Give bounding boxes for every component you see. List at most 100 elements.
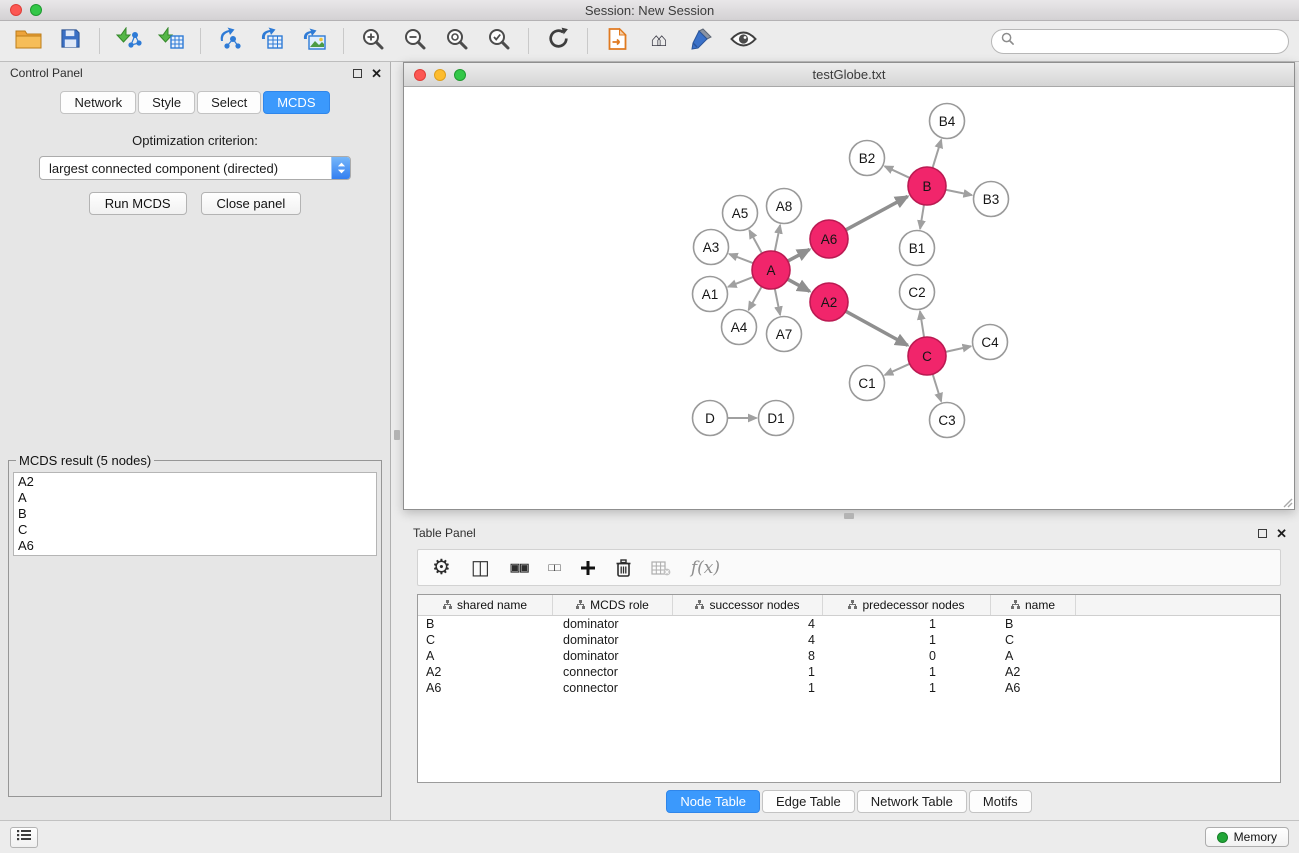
close-panel-icon[interactable]: ✕	[1276, 527, 1287, 540]
network-canvas[interactable]: B4B2BB3A5A8A6B1A3AC2A1A2A4A7C4CC1C3DD1	[404, 87, 1294, 509]
vertical-splitter[interactable]	[391, 62, 403, 820]
column-header[interactable]: shared name	[418, 595, 553, 615]
close-view-button[interactable]	[414, 69, 426, 81]
graph-node-B[interactable]: B	[908, 167, 946, 205]
graph-edge-C-C4[interactable]	[946, 346, 971, 352]
home-button[interactable]: ⌂⌂	[641, 25, 677, 57]
show-hide-button[interactable]	[725, 25, 761, 57]
table-cell[interactable]: A	[991, 649, 1076, 663]
graph-edge-B-B1[interactable]	[920, 205, 924, 229]
tab-style[interactable]: Style	[138, 91, 195, 114]
graph-edge-A-A8[interactable]	[775, 225, 780, 251]
zoom-fit-button[interactable]	[439, 25, 475, 57]
table-cell[interactable]: B	[418, 617, 553, 631]
graph-edge-A-A1[interactable]	[728, 277, 753, 287]
table-row[interactable]: Cdominator41C	[418, 632, 1280, 648]
new-table-button[interactable]	[254, 25, 290, 57]
run-mcds-button[interactable]: Run MCDS	[89, 192, 187, 215]
table-cell[interactable]: 1	[823, 633, 991, 647]
export-image-button[interactable]	[296, 25, 332, 57]
table-cell[interactable]: 4	[673, 633, 823, 647]
table-row[interactable]: A2connector11A2	[418, 664, 1280, 680]
minimize-view-button[interactable]	[434, 69, 446, 81]
tab-network[interactable]: Network	[60, 91, 136, 114]
graph-edge-A-A6[interactable]	[788, 249, 810, 261]
close-window-button[interactable]	[10, 4, 22, 16]
search-input[interactable]	[1019, 34, 1279, 49]
graph-node-C4[interactable]: C4	[973, 325, 1008, 360]
graph-node-A1[interactable]: A1	[693, 277, 728, 312]
tab-mcds[interactable]: MCDS	[263, 91, 329, 114]
tab-select[interactable]: Select	[197, 91, 261, 114]
splitter-handle[interactable]	[844, 513, 854, 519]
table-cell[interactable]: dominator	[553, 633, 673, 647]
column-header[interactable]: predecessor nodes	[823, 595, 991, 615]
table-cell[interactable]: 4	[673, 617, 823, 631]
table-cell[interactable]: A	[418, 649, 553, 663]
select-all-icon[interactable]: ▣▣	[510, 561, 529, 574]
graph-node-B4[interactable]: B4	[930, 104, 965, 139]
table-cell[interactable]: C	[418, 633, 553, 647]
deselect-all-icon[interactable]: □□	[549, 562, 560, 574]
graph-node-A8[interactable]: A8	[767, 189, 802, 224]
table-cell[interactable]: A2	[991, 665, 1076, 679]
new-network-button[interactable]	[212, 25, 248, 57]
table-cell[interactable]: B	[991, 617, 1076, 631]
graph-node-A[interactable]: A	[752, 251, 790, 289]
open-session-button[interactable]	[10, 25, 46, 57]
table-cell[interactable]: dominator	[553, 649, 673, 663]
graph-node-C3[interactable]: C3	[930, 403, 965, 438]
save-session-button[interactable]	[52, 25, 88, 57]
table-cell[interactable]: 1	[673, 681, 823, 695]
tab-network-table[interactable]: Network Table	[857, 790, 967, 813]
delete-table-icon[interactable]	[651, 560, 671, 576]
graph-node-D[interactable]: D	[693, 401, 728, 436]
graph-edge-C-C1[interactable]	[885, 364, 910, 375]
graph-edge-B-B4[interactable]	[933, 140, 942, 168]
dropdown-stepper-icon[interactable]	[331, 156, 350, 180]
graph-edge-A-A2[interactable]	[788, 279, 810, 291]
column-header[interactable]: MCDS role	[553, 595, 673, 615]
table-cell[interactable]: connector	[553, 665, 673, 679]
graph-edge-C-C2[interactable]	[920, 311, 924, 337]
table-cell[interactable]: connector	[553, 681, 673, 695]
graph-edge-B-B2[interactable]	[885, 166, 910, 178]
optimization-dropdown[interactable]: largest connected component (directed)	[39, 156, 351, 180]
zoom-in-button[interactable]	[355, 25, 391, 57]
graph-node-B2[interactable]: B2	[850, 141, 885, 176]
graph-node-A5[interactable]: A5	[723, 196, 758, 231]
graph-node-C2[interactable]: C2	[900, 275, 935, 310]
graph-edge-A-A7[interactable]	[775, 289, 780, 315]
splitter-handle[interactable]	[394, 430, 400, 440]
settings-gear-icon[interactable]: ⚙	[432, 555, 451, 580]
graph-node-D1[interactable]: D1	[759, 401, 794, 436]
graph-node-A7[interactable]: A7	[767, 317, 802, 352]
tab-edge-table[interactable]: Edge Table	[762, 790, 855, 813]
import-table-button[interactable]	[153, 25, 189, 57]
result-item[interactable]: A6	[18, 538, 372, 554]
table-cell[interactable]: 0	[823, 649, 991, 663]
graph-edge-A2-C[interactable]	[846, 311, 908, 345]
close-panel-icon[interactable]: ✕	[371, 67, 382, 80]
graph-node-A2[interactable]: A2	[810, 283, 848, 321]
memory-button[interactable]: Memory	[1205, 827, 1289, 847]
mcds-result-list[interactable]: A2ABCA6	[13, 472, 377, 556]
graph-node-A6[interactable]: A6	[810, 220, 848, 258]
tab-node-table[interactable]: Node Table	[666, 790, 760, 813]
table-row[interactable]: A6connector11A6	[418, 680, 1280, 696]
table-cell[interactable]: A6	[991, 681, 1076, 695]
table-cell[interactable]: C	[991, 633, 1076, 647]
table-cell[interactable]: dominator	[553, 617, 673, 631]
float-panel-icon[interactable]	[1258, 529, 1267, 538]
table-cell[interactable]: 1	[823, 665, 991, 679]
column-header[interactable]: successor nodes	[673, 595, 823, 615]
graph-edge-A-A3[interactable]	[729, 254, 753, 263]
columns-icon[interactable]: ◫	[471, 555, 490, 580]
network-file-button[interactable]	[599, 25, 635, 57]
zoom-view-button[interactable]	[454, 69, 466, 81]
resize-grip-icon[interactable]	[1280, 495, 1293, 508]
table-row[interactable]: Adominator80A	[418, 648, 1280, 664]
zoom-window-button[interactable]	[30, 4, 42, 16]
graph-edge-A-A4[interactable]	[749, 287, 762, 310]
graph-node-C1[interactable]: C1	[850, 366, 885, 401]
